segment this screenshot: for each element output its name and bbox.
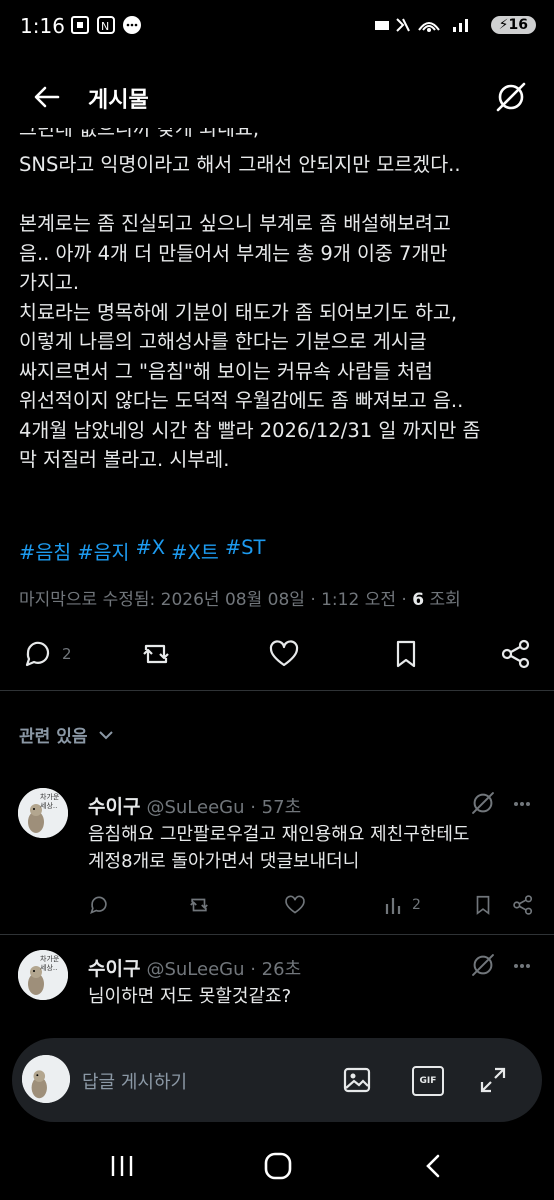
reply-author-name[interactable]: 수이구 [88, 954, 140, 981]
reply-input[interactable]: 답글 게시하기 [82, 1068, 187, 1094]
related-toggle[interactable]: 관련 있음 [19, 722, 115, 747]
system-nav-bar [0, 1130, 554, 1200]
reply-header: 수이구 @SuLeeGu · 57초 [88, 792, 301, 819]
home-icon[interactable] [262, 1150, 294, 1182]
reply-handle-time: @SuLeeGu · 57초 [146, 797, 302, 818]
battery-indicator: ⚡16 [490, 16, 536, 34]
reply-count: 2 [62, 645, 72, 663]
share-button[interactable] [500, 638, 532, 670]
post-text-cut-line: 그런데 없으니까 갖게 되네요, [19, 128, 260, 140]
reply-like-button[interactable] [284, 894, 306, 916]
gif-label: GIF [419, 1076, 437, 1086]
avatar[interactable]: 차가운 세상.. [18, 950, 68, 1000]
comment-icon [25, 641, 50, 667]
divider [0, 934, 554, 935]
expand-icon[interactable] [478, 1065, 508, 1095]
views-chart-icon [385, 898, 401, 914]
post-action-bar: 2 [0, 620, 554, 690]
reply-views-button[interactable]: 2 [384, 894, 421, 916]
avatar[interactable]: 차가운 세상.. [18, 788, 68, 838]
view-count: 6 [412, 590, 425, 610]
reply-handle-time: @SuLeeGu · 26초 [146, 959, 302, 980]
divider [0, 690, 554, 691]
grok-button[interactable] [494, 80, 528, 114]
hashtag-link[interactable]: #음침 [19, 536, 71, 565]
post-text: SNS라고 익명이라고 해서 그래선 안되지만 모르겠다.. 본계로는 좀 진실… [19, 153, 481, 471]
repost-icon [143, 644, 169, 664]
svg-text:N: N [101, 20, 115, 33]
avatar-caption: 차가운 세상.. [40, 793, 60, 810]
grok-icon[interactable] [470, 790, 496, 816]
hashtags: #음침 #음지 #X #X트 #ST [19, 536, 265, 565]
reply-item[interactable]: 차가운 세상.. 수이구 @SuLeeGu · 57초 음침해요 그만팔로우걸고… [18, 788, 538, 928]
more-options-icon[interactable] [512, 956, 532, 976]
hashtag-link[interactable]: #X [135, 536, 165, 565]
reply-author-name[interactable]: 수이구 [88, 792, 140, 819]
back-button[interactable] [30, 80, 64, 114]
like-button[interactable] [268, 638, 300, 670]
bookmark-icon [476, 895, 490, 915]
avatar [22, 1055, 70, 1103]
reply-comment-button[interactable] [88, 894, 110, 916]
reply-header: 수이구 @SuLeeGu · 26초 [88, 954, 301, 981]
edited-timestamp: 마지막으로 수정됨: 2026년 08월 08일 · 1:12 오전 · [19, 590, 413, 610]
status-bar: 1:16 N ⚡16 [0, 0, 554, 56]
repost-icon [190, 898, 208, 912]
reply-view-count: 2 [412, 897, 421, 913]
page-title: 게시물 [88, 88, 149, 113]
reply-text: 음침해요 그만팔로우걸고 재인용해요 제친구한테도 계정8개로 돌아가면서 댓글… [88, 824, 470, 872]
comment-icon [90, 896, 107, 915]
gif-button[interactable]: GIF [412, 1066, 444, 1096]
post-meta: 마지막으로 수정됨: 2026년 08월 08일 · 1:12 오전 · 6 조… [19, 585, 461, 610]
reply-text: 님이하면 저도 못할것같죠? [88, 986, 292, 1007]
heart-icon [269, 640, 299, 667]
hashtag-link[interactable]: #음지 [77, 536, 129, 565]
heart-icon [285, 895, 305, 914]
signal-icons [374, 18, 468, 32]
hashtag-link[interactable]: #X트 [171, 536, 219, 565]
reply-repost-button[interactable] [188, 894, 210, 916]
reply-item[interactable]: 차가운 세상.. 수이구 @SuLeeGu · 26초 님이하면 저도 못할것같… [18, 950, 538, 1030]
reply-share-button[interactable] [512, 894, 534, 916]
avatar-caption: 차가운 세상.. [40, 955, 60, 972]
reply-bookmark-button[interactable] [472, 894, 494, 916]
grok-icon [496, 82, 526, 112]
status-time: 1:16 [20, 14, 65, 38]
back-nav-icon[interactable] [420, 1152, 448, 1180]
hashtag-link[interactable]: #ST [225, 536, 266, 565]
share-icon [501, 639, 530, 669]
repost-button[interactable] [140, 638, 172, 670]
recent-apps-icon[interactable] [108, 1152, 136, 1180]
chevron-down-icon [99, 730, 114, 739]
grok-icon[interactable] [470, 952, 496, 978]
more-options-icon[interactable] [512, 794, 532, 814]
bookmark-icon [396, 640, 416, 668]
reply-composer[interactable]: 답글 게시하기 GIF [12, 1038, 542, 1122]
bookmark-button[interactable] [390, 638, 422, 670]
status-right: ⚡16 [373, 14, 536, 36]
avatar-illustration [22, 1055, 70, 1103]
share-icon [513, 895, 533, 915]
related-label: 관련 있음 [19, 727, 88, 747]
reply-button[interactable]: 2 [22, 638, 72, 670]
arrow-left-icon [34, 86, 60, 108]
image-icon[interactable] [342, 1065, 372, 1095]
notification-icons: N [70, 14, 160, 41]
view-label: 조회 [424, 590, 461, 610]
